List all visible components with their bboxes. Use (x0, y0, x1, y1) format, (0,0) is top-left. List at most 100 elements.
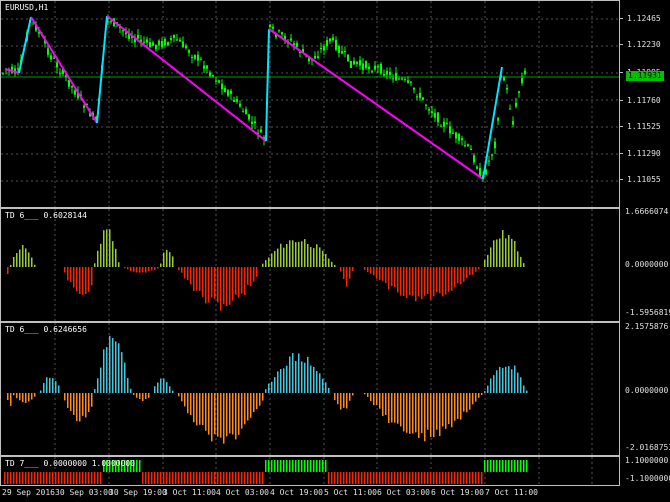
histogram-bar-positive (52, 378, 54, 393)
histogram-bar-negative (229, 267, 231, 305)
histogram-bar-negative (193, 267, 195, 292)
candle-body (332, 37, 334, 41)
candle-body (221, 83, 223, 90)
candle-body (215, 80, 217, 82)
scale-tick (620, 72, 623, 73)
histogram-bar-negative (139, 267, 141, 273)
candle-body (224, 87, 226, 93)
histogram-bar-negative (385, 393, 387, 415)
binary-bar-negative (205, 472, 207, 484)
histogram-bar-negative (253, 267, 255, 282)
histogram-bar-negative (199, 267, 201, 291)
histogram-bar-positive (169, 252, 171, 267)
binary-bar-negative (31, 472, 33, 484)
main-chart-pane[interactable]: EURUSD,H1 (0, 0, 620, 208)
histogram-bar-positive (301, 241, 303, 267)
histogram-bar-negative (364, 267, 366, 270)
indicator-pane-1[interactable]: TD 6___ 0.6028144 (0, 208, 620, 322)
histogram-bar-negative (424, 393, 426, 442)
binary-bar-negative (22, 472, 24, 484)
histogram-bar-positive (28, 252, 30, 267)
histogram-bar-negative (64, 267, 66, 273)
histogram-bar-positive (115, 341, 117, 393)
histogram-bar-negative (244, 267, 246, 295)
binary-bar-positive (286, 460, 288, 472)
binary-bar-negative (142, 472, 144, 484)
indicator-pane-3[interactable]: TD 7___ 0.0000000 1.0000000 (0, 456, 620, 486)
histogram-bar-negative (226, 267, 228, 306)
histogram-bar-positive (163, 252, 165, 267)
histogram-bar-negative (343, 267, 345, 280)
histogram-bar-negative (214, 267, 216, 299)
binary-bar-negative (49, 472, 51, 484)
histogram-bar-positive (526, 390, 528, 393)
histogram-bar-negative (88, 267, 90, 292)
histogram-bar-positive (283, 368, 285, 393)
histogram-bar-negative (7, 267, 9, 274)
indicator-3-scale-label: -1.1000000 (625, 474, 670, 483)
histogram-bar-positive (511, 238, 513, 267)
candle-body (434, 112, 436, 118)
zigzag-down-segment (106, 15, 267, 142)
candle-body (494, 141, 496, 149)
time-axis-label: 30 Sep 03:00 (55, 488, 113, 497)
binary-bar-negative (157, 472, 159, 484)
histogram-bar-positive (499, 367, 501, 393)
candle-body (470, 148, 472, 150)
histogram-bar-negative (451, 267, 453, 291)
binary-bar-negative (97, 472, 99, 484)
candle-body (401, 78, 403, 80)
candle-body (428, 109, 430, 111)
histogram-bar-negative (259, 393, 261, 406)
histogram-bar-positive (310, 365, 312, 393)
binary-bar-negative (166, 472, 168, 484)
candle-body (260, 129, 262, 133)
histogram-bar-positive (286, 365, 288, 393)
binary-bar-negative (226, 472, 228, 484)
histogram-bar-negative (223, 393, 225, 444)
binary-bar-negative (403, 472, 405, 484)
price-scale-label: 1.11055 (627, 175, 661, 184)
candle-body (440, 125, 442, 127)
binary-bar-negative (85, 472, 87, 484)
histogram-bar-negative (463, 267, 465, 282)
binary-bar-negative (256, 472, 258, 484)
histogram-bar-negative (148, 393, 150, 398)
candle-body (251, 121, 253, 125)
time-axis-label: 6 Oct 19:00 (431, 488, 484, 497)
binary-bar-positive (271, 460, 273, 472)
indicator-3-title: TD 7___ 0.0000000 1.0000000 (5, 459, 136, 468)
histogram-bar-positive (100, 243, 102, 267)
histogram-bar-positive (301, 361, 303, 393)
price-scale-label: 1.11760 (627, 96, 661, 105)
histogram-bar-negative (76, 393, 78, 422)
histogram-bar-negative (82, 393, 84, 416)
binary-bar-negative (211, 472, 213, 484)
histogram-bar-negative (190, 267, 192, 285)
candle-body (488, 160, 490, 162)
candle-body (239, 103, 241, 107)
candle-body (509, 108, 511, 110)
histogram-bar-positive (94, 263, 96, 267)
binary-bar-negative (346, 472, 348, 484)
histogram-bar-negative (202, 267, 204, 298)
histogram-bar-negative (397, 393, 399, 424)
histogram-bar-positive (97, 250, 99, 267)
histogram-bar-negative (475, 393, 477, 402)
candle-body (269, 24, 271, 27)
candle-body (497, 118, 499, 121)
indicator-pane-2[interactable]: TD 6___ 0.6246656 (0, 322, 620, 456)
histogram-bar-negative (454, 267, 456, 288)
candle-body (71, 85, 73, 88)
histogram-bar-negative (367, 393, 369, 397)
histogram-bar-negative (439, 267, 441, 294)
histogram-bar-positive (502, 230, 504, 267)
binary-bar-negative (445, 472, 447, 484)
histogram-bar-negative (130, 267, 132, 271)
indicator-2-scale-label: -2.0168753 (625, 443, 670, 452)
histogram-bar-negative (406, 393, 408, 433)
candle-body (161, 40, 163, 47)
histogram-bar-positive (274, 377, 276, 393)
histogram-bar-positive (265, 260, 267, 267)
binary-bar-negative (367, 472, 369, 484)
